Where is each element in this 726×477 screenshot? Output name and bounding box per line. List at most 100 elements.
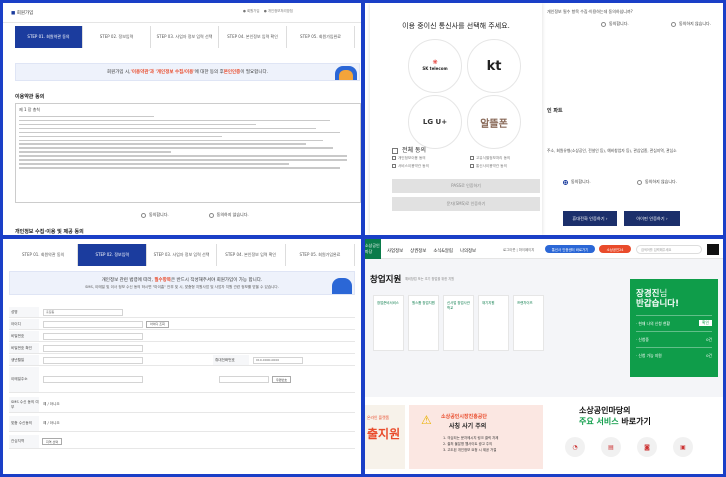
ipin-auth-button[interactable]: 아이핀 인증하기 › <box>624 211 680 226</box>
sms-consent-label: SMS 수신 동의 여부 <box>9 397 39 412</box>
check-all[interactable]: 전체 동의 <box>392 145 426 154</box>
agree-radio[interactable]: 동의합니다. <box>141 212 169 218</box>
phone-auth-button[interactable]: 휴대전화 인증하기 › <box>563 211 617 226</box>
promo-banner-2[interactable]: ⚠ 소상공인시장진흥공단 사칭 사기 주의 1. 의심되는 문자메시지 링크 클… <box>409 405 543 469</box>
notice-text-3: 이 필요합니다. <box>240 70 269 75</box>
id-field[interactable] <box>43 320 143 328</box>
zipcode-field[interactable] <box>219 376 269 383</box>
name-row: 성명 홍길동 <box>9 307 355 318</box>
step-5: STEP 05. 회원가입완료 <box>287 26 355 48</box>
birth-phone-row: 생년월일 휴대전화번호 010-0000-0000 <box>9 355 355 366</box>
agree-item[interactable]: 개인정보이용 동의 <box>392 156 464 161</box>
search-input[interactable]: 검색어를 입력해주세요 <box>636 245 702 254</box>
service-card[interactable]: 신사업 창업사관학교 <box>443 295 474 351</box>
service-card[interactable]: 창업준비서비스 <box>373 295 404 351</box>
carrier-skt[interactable]: ❋ SK telecom <box>408 39 462 93</box>
side-question: 개인정보 필수 항목 수집·이용하는데 동의하십니까? <box>547 9 633 14</box>
notice-text: 회원가입 시, <box>106 70 131 75</box>
agree-item[interactable]: 서비스이용약관 동의 <box>392 164 464 169</box>
page-heading: ■ 회원가입 <box>11 11 34 16</box>
notice-text-2: 은 반드시 작성해주셔야 회원가입이 가능 합니다. <box>170 277 263 283</box>
sms-consent-options[interactable]: 예 / 아니오 <box>43 402 60 407</box>
top-links[interactable]: ● 회원가입 ● 개인정보처리방침 <box>243 8 293 13</box>
region-label: 관심지역 <box>9 435 39 448</box>
password-confirm-field[interactable] <box>43 344 143 352</box>
user-links: 로그아웃 | 마이페이지 <box>503 248 535 252</box>
menu-icon[interactable] <box>707 244 719 255</box>
step-4: STEP 04. 본인정보 입력 확인 <box>216 244 286 266</box>
email-field[interactable] <box>43 376 143 383</box>
gnb-item[interactable]: 상권정보 <box>410 248 426 254</box>
side-radio-agree-top[interactable]: 동의합니다. <box>601 21 629 27</box>
top-navigation: 소상공인 마당 사업정보 상권정보 소식&알림 나의정보 로그아웃 | 마이페이… <box>365 239 723 259</box>
sbiz24-pill[interactable]: 소상공인24 <box>599 245 631 253</box>
zipcode-button[interactable]: 우편번호 <box>272 376 292 383</box>
pass-auth-button[interactable]: PASS로 인증하기 <box>392 179 540 193</box>
side-radio-agree[interactable]: 동의합니다. <box>563 179 591 185</box>
logout-link[interactable]: 로그아웃 <box>503 248 515 252</box>
side-note: 주소, 회원유형(소상공인, 전설인 등), 예비창업자 등), 관심업종, 관… <box>547 148 677 153</box>
status-check-button[interactable]: 확인 <box>699 320 712 326</box>
gnb-menu: 사업정보 상권정보 소식&알림 나의정보 <box>387 248 476 254</box>
pending-count: 0건 <box>706 337 712 342</box>
notice-line-2: SMS, 이메일 및 이사 정보 수신 동의 하시면 "마이홈" 안부 및 시,… <box>85 284 279 289</box>
step-4: STEP 04. 본인정보 입력 확인 <box>219 26 287 48</box>
terms-heading: 이용약관 동의 <box>15 94 45 100</box>
terms-radio-group: 동의합니다. 동의하지 않습니다. <box>141 212 249 218</box>
agree-items: 개인정보이용 동의 고유식별정보처리 동의 서비스이용약관 동의 통신사이용약관… <box>392 156 542 169</box>
custom-consent-options[interactable]: 예 / 아니오 <box>43 421 60 426</box>
step-indicator: STEP 01. 회원약관 동의 STEP 02. 정보입력 STEP 03. … <box>9 244 356 266</box>
step-3: STEP 03. 사업자 정보 입력 선택 <box>147 244 217 266</box>
disagree-radio[interactable]: 동의하지 않습니다. <box>208 212 249 218</box>
greeting-text: 장경진님 반갑습니다! <box>636 289 679 309</box>
password-field[interactable] <box>43 332 143 340</box>
main-site-panel: 소상공인 마당 사업정보 상권정보 소식&알림 나의정보 로그아웃 | 마이페이… <box>365 239 723 474</box>
background-page: 개인정보 필수 항목 수집·이용하는데 동의하십니까? 동의합니다. 동의하지 … <box>545 3 723 235</box>
carrier-lgu[interactable]: LG U+ <box>408 95 462 149</box>
promo2-list: 1. 의심되는 문자메시지 링크 클릭 자제 2. 출처 불분명 웹사이트 광고… <box>443 436 499 452</box>
notice-text-2: 에 대한 동의 후 <box>194 70 224 75</box>
birth-label: 생년월일 <box>9 355 39 365</box>
service-icon-2[interactable]: ▤ <box>601 437 621 457</box>
terms-textbox[interactable]: 제 1 장 총칙 <box>15 103 361 203</box>
agree-item[interactable]: 고유식별정보처리 동의 <box>470 156 542 161</box>
id-check-button[interactable]: 아이디 조회 <box>146 320 169 328</box>
service-card[interactable]: 프랜차이즈 <box>513 295 544 351</box>
sms-auth-button[interactable]: 문자(SMS)로 인증하기 <box>392 197 540 211</box>
step-3: STEP 03. 사업자 정보 입력 선택 <box>151 26 219 48</box>
region-row: 관심지역 지역 선택 <box>9 435 355 449</box>
step-1: STEP 01. 회원약관 동의 <box>9 244 79 266</box>
gnb-item[interactable]: 사업정보 <box>387 248 403 254</box>
side-radio-disagree-top[interactable]: 동의하지 않습니다. <box>671 21 711 27</box>
birth-field[interactable] <box>43 356 143 364</box>
promo-banner-1[interactable]: 온라인 플랫폼 출지원 <box>365 405 405 469</box>
hero-section: 창업지원 예비창업 또는 초기 창업을 위한 지원 창업준비서비스 원스톱 창업… <box>365 259 723 397</box>
decor-shape <box>332 278 352 294</box>
phone-field[interactable]: 010-0000-0000 <box>253 356 303 364</box>
promo1-text: 온라인 플랫폼 <box>367 415 390 420</box>
name-field[interactable]: 홍길동 <box>43 308 123 316</box>
carrier-mvno[interactable]: 알뜰폰 <box>467 95 521 149</box>
side-radio-disagree[interactable]: 동의하지 않습니다. <box>637 179 677 185</box>
gnb-item[interactable]: 소식&알림 <box>433 248 453 254</box>
services-title: 소상공인마당의 주요 서비스 바로가기 <box>579 406 651 426</box>
mypage-link[interactable]: 마이페이지 <box>519 248 535 252</box>
agree-item[interactable]: 통신사이용약관 동의 <box>470 164 542 169</box>
notice-text: 개인정보 관련 법령에 따라, <box>101 277 155 283</box>
step-2: STEP 02. 정보입력 <box>78 244 148 266</box>
step-1: STEP 01. 회원약관 동의 <box>15 26 83 48</box>
site-logo[interactable]: 소상공인 마당 <box>365 239 381 259</box>
gnb-item[interactable]: 나의정보 <box>460 248 476 254</box>
service-card[interactable]: 원스톱 창업지원 <box>408 295 439 351</box>
password-confirm-label: 비밀번호 확인 <box>9 343 39 353</box>
service-card[interactable]: 재기지원 <box>478 295 509 351</box>
carrier-kt[interactable]: kt <box>467 39 521 93</box>
carrier-center-pill[interactable]: 통신사 인증센터 바로가기 <box>545 245 595 253</box>
available-label: · 신청 가능 지원 <box>636 353 662 358</box>
available-count: 0건 <box>706 353 712 358</box>
region-select-button[interactable]: 지역 선택 <box>42 438 62 445</box>
service-icon-1[interactable]: ◔ <box>565 437 585 457</box>
service-icon-4[interactable]: ▣ <box>673 437 693 457</box>
service-icon-3[interactable]: ◙ <box>637 437 657 457</box>
notice-highlight: '이용약관'과 '개인정보 수집/이용' <box>130 70 195 75</box>
